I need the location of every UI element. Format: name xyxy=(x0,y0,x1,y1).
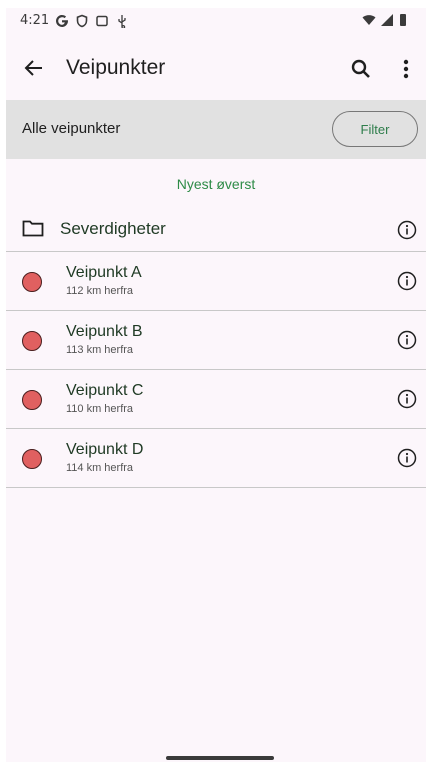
search-icon xyxy=(350,58,372,84)
status-bar: 4:21 xyxy=(6,8,426,36)
usb-icon xyxy=(115,14,129,29)
filter-label: Alle veipunkter xyxy=(22,120,121,137)
waypoint-name: Veipunkt D xyxy=(66,441,144,458)
waypoint-distance: 110 km herfra xyxy=(66,403,134,415)
top-app-bar: Veipunkter xyxy=(6,36,426,100)
waypoint-color-dot xyxy=(22,331,42,351)
signal-icon xyxy=(380,13,394,27)
waypoint-distance: 112 km herfra xyxy=(66,285,134,297)
sort-order-label[interactable]: Nyest øverst xyxy=(6,176,426,192)
row-divider xyxy=(6,487,426,488)
folder-row[interactable]: Severdigheter xyxy=(6,207,426,252)
waypoint-distance: 113 km herfra xyxy=(66,344,134,356)
status-time: 4:21 xyxy=(20,13,50,28)
battery-icon xyxy=(398,13,412,27)
home-indicator[interactable] xyxy=(166,756,274,760)
page-title: Veipunkter xyxy=(66,56,166,79)
arrow-back-icon xyxy=(23,57,45,83)
waypoint-row[interactable]: Veipunkt C 110 km herfra xyxy=(6,370,426,429)
waypoint-row[interactable]: Veipunkt A 112 km herfra xyxy=(6,252,426,311)
folder-icon xyxy=(22,219,46,239)
waypoint-name: Veipunkt B xyxy=(66,323,143,340)
screenshot-icon xyxy=(95,14,109,28)
waypoints-screen: 4:21 Veipunkter Alle veipunkter Filter N… xyxy=(6,8,426,762)
back-button[interactable] xyxy=(16,52,52,88)
filter-button[interactable]: Filter xyxy=(332,111,418,147)
info-icon[interactable] xyxy=(396,388,418,410)
waypoint-color-dot xyxy=(22,449,42,469)
info-icon[interactable] xyxy=(396,219,418,241)
filter-bar: Alle veipunkter Filter xyxy=(6,100,426,159)
folder-name: Severdigheter xyxy=(60,219,166,238)
waypoint-name: Veipunkt A xyxy=(66,264,142,281)
more-options-button[interactable] xyxy=(392,54,420,88)
waypoint-row[interactable]: Veipunkt D 114 km herfra xyxy=(6,429,426,488)
search-button[interactable] xyxy=(344,54,378,88)
waypoint-color-dot xyxy=(22,272,42,292)
google-g-icon xyxy=(55,14,69,28)
more-vert-icon xyxy=(403,59,409,83)
waypoint-distance: 114 km herfra xyxy=(66,462,134,474)
waypoint-color-dot xyxy=(22,390,42,410)
waypoint-row[interactable]: Veipunkt B 113 km herfra xyxy=(6,311,426,370)
waypoint-name: Veipunkt C xyxy=(66,382,144,399)
info-icon[interactable] xyxy=(396,270,418,292)
wifi-icon xyxy=(362,13,376,27)
shield-icon xyxy=(75,14,89,28)
info-icon[interactable] xyxy=(396,447,418,469)
info-icon[interactable] xyxy=(396,329,418,351)
